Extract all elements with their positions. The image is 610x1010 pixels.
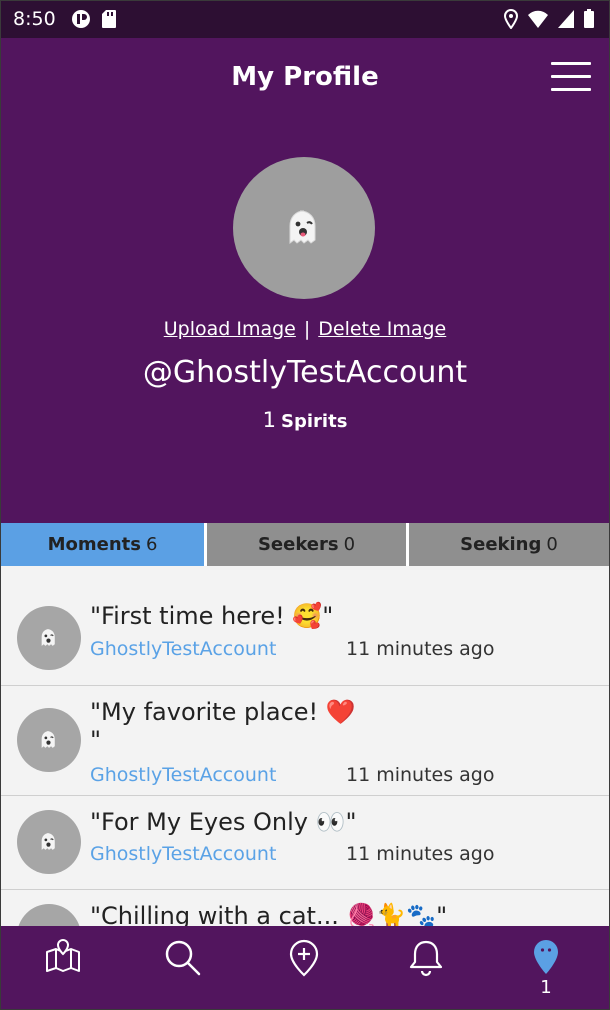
avatar[interactable] <box>17 810 81 874</box>
moment-time: 11 minutes ago <box>346 764 495 786</box>
search-icon <box>165 940 201 976</box>
ghost-emoji-icon <box>41 731 55 748</box>
moment-text: "For My Eyes Only 👀" <box>90 808 357 836</box>
ghost-emoji-icon <box>41 833 55 850</box>
spirits-count: 1 <box>262 408 276 432</box>
status-time: 8:50 <box>13 8 56 30</box>
spirits-summary: 1 Spirits <box>1 408 609 432</box>
tab-count: 0 <box>343 534 356 555</box>
signal-icon <box>557 9 575 33</box>
status-left-icons <box>71 9 117 33</box>
menu-button[interactable] <box>551 60 591 94</box>
profile-badge-count: 1 <box>540 977 552 998</box>
ghost-emoji-icon <box>41 629 55 646</box>
tab-label: Seekers <box>257 534 339 555</box>
app-frame: 8:50 My Profile Upload Image | Delete Im… <box>0 0 610 1010</box>
vpn-icon <box>71 9 91 33</box>
tab-count: 6 <box>145 534 158 555</box>
tab-label: Moments <box>47 534 141 555</box>
location-icon <box>503 8 519 33</box>
image-actions: Upload Image | Delete Image <box>1 318 609 340</box>
nav-add-moment[interactable] <box>244 926 364 1009</box>
status-right-icons <box>503 8 595 33</box>
nav-map[interactable] <box>3 926 123 1009</box>
moment-text: "First time here! 🥰" <box>90 602 334 630</box>
tab-moments[interactable]: Moments 6 <box>1 523 204 566</box>
list-item[interactable]: "My favorite place! ❤️ " GhostlyTestAcco… <box>1 686 609 796</box>
tab-label: Seeking <box>460 534 542 555</box>
avatar[interactable] <box>233 157 375 299</box>
nav-notifications[interactable] <box>366 926 486 1009</box>
moment-text: "Chilling with a cat... 🧶🐈🐾" <box>90 902 448 926</box>
nav-search[interactable] <box>123 926 243 1009</box>
avatar[interactable] <box>17 708 81 772</box>
moment-list: "First time here! 🥰" GhostlyTestAccount … <box>1 566 609 926</box>
upload-image-link[interactable]: Upload Image <box>164 318 296 340</box>
tab-seeking[interactable]: Seeking 0 <box>409 523 609 566</box>
username: @GhostlyTestAccount <box>142 355 468 390</box>
spirits-label: Spirits <box>281 411 348 432</box>
bottom-nav: 1 <box>1 926 609 1009</box>
tab-count: 0 <box>546 534 558 555</box>
link-separator: | <box>303 318 311 340</box>
page-title: My Profile <box>231 62 379 92</box>
sd-card-icon <box>101 9 117 33</box>
moment-text-continued: " <box>90 726 102 754</box>
moment-author[interactable]: GhostlyTestAccount <box>90 638 276 660</box>
moment-text: "My favorite place! ❤️ <box>90 698 356 726</box>
moment-time: 11 minutes ago <box>346 843 495 865</box>
battery-icon <box>583 9 595 33</box>
profile-tabs: Moments 6 Seekers 0 Seeking 0 <box>1 523 609 566</box>
avatar[interactable] <box>17 904 81 926</box>
bell-icon <box>409 940 443 977</box>
list-item[interactable]: "Chilling with a cat... 🧶🐈🐾" <box>1 890 609 926</box>
status-bar: 8:50 <box>1 1 609 38</box>
list-item[interactable]: "First time here! 🥰" GhostlyTestAccount … <box>1 566 609 686</box>
moment-time: 11 minutes ago <box>346 638 495 660</box>
list-item[interactable]: "For My Eyes Only 👀" GhostlyTestAccount … <box>1 796 609 890</box>
nav-profile[interactable]: 1 <box>486 926 606 1009</box>
ghost-pin-icon <box>534 940 558 974</box>
moment-author[interactable]: GhostlyTestAccount <box>90 764 276 786</box>
wifi-icon <box>527 9 549 33</box>
avatar[interactable] <box>17 606 81 670</box>
delete-image-link[interactable]: Delete Image <box>318 318 446 340</box>
profile-header: My Profile Upload Image | Delete Image @Gh… <box>1 38 609 523</box>
add-location-icon <box>289 939 319 977</box>
map-icon <box>46 938 80 972</box>
tab-seekers[interactable]: Seekers 0 <box>207 523 406 566</box>
ghost-emoji-icon <box>289 210 316 244</box>
moment-author[interactable]: GhostlyTestAccount <box>90 843 276 865</box>
